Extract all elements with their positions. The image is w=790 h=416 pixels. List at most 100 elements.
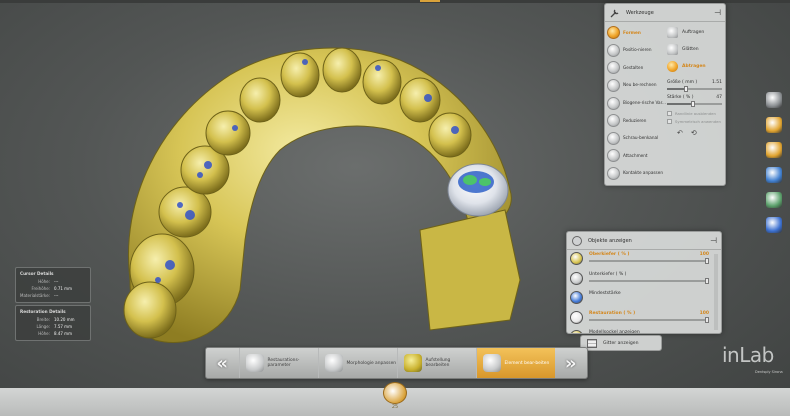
dental-model-viewport[interactable] — [110, 30, 540, 370]
tool-item-label: Neu be-rechnen — [623, 82, 657, 88]
workflow-step[interactable]: Aufstellung bearbeiten — [396, 348, 476, 378]
detail-row: Länge: 7.57 mm — [20, 323, 86, 330]
logo-subtitle: Dentsply Sirona — [755, 370, 783, 374]
slider-knob[interactable] — [705, 258, 709, 264]
strength-label: Stärke ( % ) — [667, 95, 694, 100]
tooth-tool-icon[interactable] — [766, 142, 782, 158]
tooth-thumbnail[interactable] — [383, 382, 407, 404]
tool-item-label: Schrau-benkanal — [623, 135, 659, 141]
show-grid-button[interactable]: Gitter anzeigen — [580, 335, 662, 351]
detail-value: 10.20 mm — [54, 317, 75, 322]
detail-value: 8.47 mm — [54, 331, 72, 336]
tool-item[interactable]: Biogene-rische Var... — [607, 94, 667, 112]
tooth-number: 25 — [391, 404, 399, 410]
tool-item[interactable]: Schrau-benkanal — [607, 130, 667, 148]
workflow-step[interactable]: Restaurations-parameter — [238, 348, 318, 378]
tool-icon — [607, 26, 620, 40]
tool-item[interactable]: Attachment — [607, 147, 667, 165]
tools-panel-title: Werkzeuge — [626, 9, 654, 16]
tools-right-column: Auftragen Glätten Abtragen Größe ( mm ) 1.… — [667, 24, 725, 141]
object-visibility-icon[interactable] — [570, 310, 583, 324]
slider-knob[interactable] — [705, 316, 709, 323]
object-row[interactable]: Restauration ( % ) 100 — [567, 309, 721, 329]
tool-mode-item[interactable]: Abtragen — [667, 58, 725, 75]
pin-icon[interactable]: ⊣ — [714, 8, 721, 17]
tool-icon — [607, 96, 620, 110]
pin-icon[interactable]: ⊣ — [710, 236, 717, 245]
grid-icon — [587, 338, 597, 348]
hide-margin-checkbox[interactable]: Randlinie ausblenden — [667, 109, 725, 117]
object-opacity-slider[interactable] — [589, 277, 709, 284]
detail-key: Höhe: — [38, 279, 50, 284]
objects-panel: Objekte anzeigen ⊣ Oberkiefer ( % ) 100 Un… — [566, 231, 722, 334]
detail-value: 7.57 mm — [54, 324, 72, 329]
tools-panel: Werkzeuge ⊣ Formen Positio-nieren Gestalte… — [604, 3, 726, 186]
detail-row: Freihöhe: 0.71 mm — [20, 285, 86, 292]
tool-mode-icon — [667, 61, 678, 72]
object-visibility-icon[interactable] — [570, 330, 583, 333]
slider-knob[interactable] — [705, 277, 709, 284]
detail-row: Breite: 10.20 mm — [20, 316, 86, 323]
step-label: Element bear-beiten — [504, 360, 550, 366]
detail-row: Materialstärke: --- — [20, 292, 86, 299]
detail-row: Höhe: 8.47 mm — [20, 330, 86, 337]
object-row-body: Oberkiefer ( % ) 100 — [589, 252, 717, 264]
tool-item-label: Positio-nieren — [623, 47, 652, 53]
workflow-step[interactable]: Morphologie anpassen — [317, 348, 397, 378]
tool-item[interactable]: Formen — [607, 24, 667, 42]
tool-icon — [607, 61, 620, 75]
tool-mode-icon — [667, 44, 678, 55]
object-row[interactable]: Unterkiefer ( % ) — [567, 270, 721, 290]
screenshot-icon[interactable] — [766, 192, 782, 208]
detail-key: Breite: — [36, 317, 50, 322]
reset-icon[interactable]: ⟲ — [691, 129, 697, 137]
object-row-labels: Unterkiefer ( % ) — [589, 272, 717, 277]
object-row[interactable]: Modellsockel anzeigen — [567, 328, 721, 334]
tool-icon — [607, 131, 620, 145]
object-visibility-icon[interactable] — [570, 291, 583, 304]
tool-mode-item[interactable]: Auftragen — [667, 24, 725, 41]
object-row[interactable]: Oberkiefer ( % ) 100 — [567, 250, 721, 270]
tool-mode-item[interactable]: Glätten — [667, 41, 725, 58]
tool-item[interactable]: Kontakte anpassen — [607, 165, 667, 183]
object-row[interactable]: Mindeststärke — [567, 289, 721, 309]
object-value[interactable]: 100 — [700, 252, 709, 257]
object-label: Modellsockel anzeigen — [589, 330, 640, 334]
tool-item[interactable]: Neu be-rechnen — [607, 77, 667, 95]
book-icon[interactable] — [766, 167, 782, 183]
show-grid-label: Gitter anzeigen — [603, 340, 639, 346]
size-slider[interactable] — [667, 86, 722, 92]
workflow-step[interactable]: Element bear-beiten — [475, 348, 555, 378]
download-icon[interactable] — [766, 217, 782, 233]
tool-item[interactable]: Positio-nieren — [607, 42, 667, 60]
object-visibility-icon[interactable] — [570, 252, 583, 265]
strength-value[interactable]: 47 — [716, 95, 722, 100]
strength-slider[interactable] — [667, 101, 722, 107]
tool-item[interactable]: Reduzieren — [607, 112, 667, 130]
object-value[interactable]: 100 — [700, 311, 709, 316]
double-chevron-right-icon[interactable]: » — [555, 348, 588, 378]
step-label: Restaurations-parameter — [267, 358, 300, 368]
size-value[interactable]: 1.51 — [712, 80, 722, 85]
tooth-rotate-icon[interactable] — [766, 117, 782, 133]
cursor-details-box: Cursor Details Höhe: --- Freihöhe: 0.71 mm M… — [15, 267, 91, 303]
tool-item-label: Kontakte anpassen — [623, 170, 663, 176]
step-label: Aufstellung bearbeiten — [425, 358, 451, 368]
symmetric-checkbox[interactable]: Symmetrisch anwenden — [667, 117, 725, 125]
object-row-labels: Oberkiefer ( % ) 100 — [589, 252, 717, 257]
detail-key: Länge: — [36, 324, 50, 329]
cube-view-icon[interactable] — [766, 92, 782, 108]
tool-mode-label: Abtragen — [682, 64, 706, 69]
tool-item[interactable]: Gestalten — [607, 59, 667, 77]
object-row-labels: Modellsockel anzeigen — [589, 330, 717, 334]
teeth-group — [123, 47, 472, 339]
object-visibility-icon[interactable] — [570, 271, 583, 285]
undo-icon[interactable]: ↶ — [677, 129, 683, 137]
double-chevron-left-icon[interactable]: « — [206, 348, 239, 378]
objects-scrollbar[interactable] — [714, 254, 718, 330]
restoration-details-title: Restoration Details — [20, 309, 66, 314]
tool-icon — [607, 114, 620, 128]
object-opacity-slider[interactable] — [589, 258, 709, 264]
object-opacity-slider[interactable] — [589, 316, 709, 323]
tool-icon — [607, 167, 620, 181]
